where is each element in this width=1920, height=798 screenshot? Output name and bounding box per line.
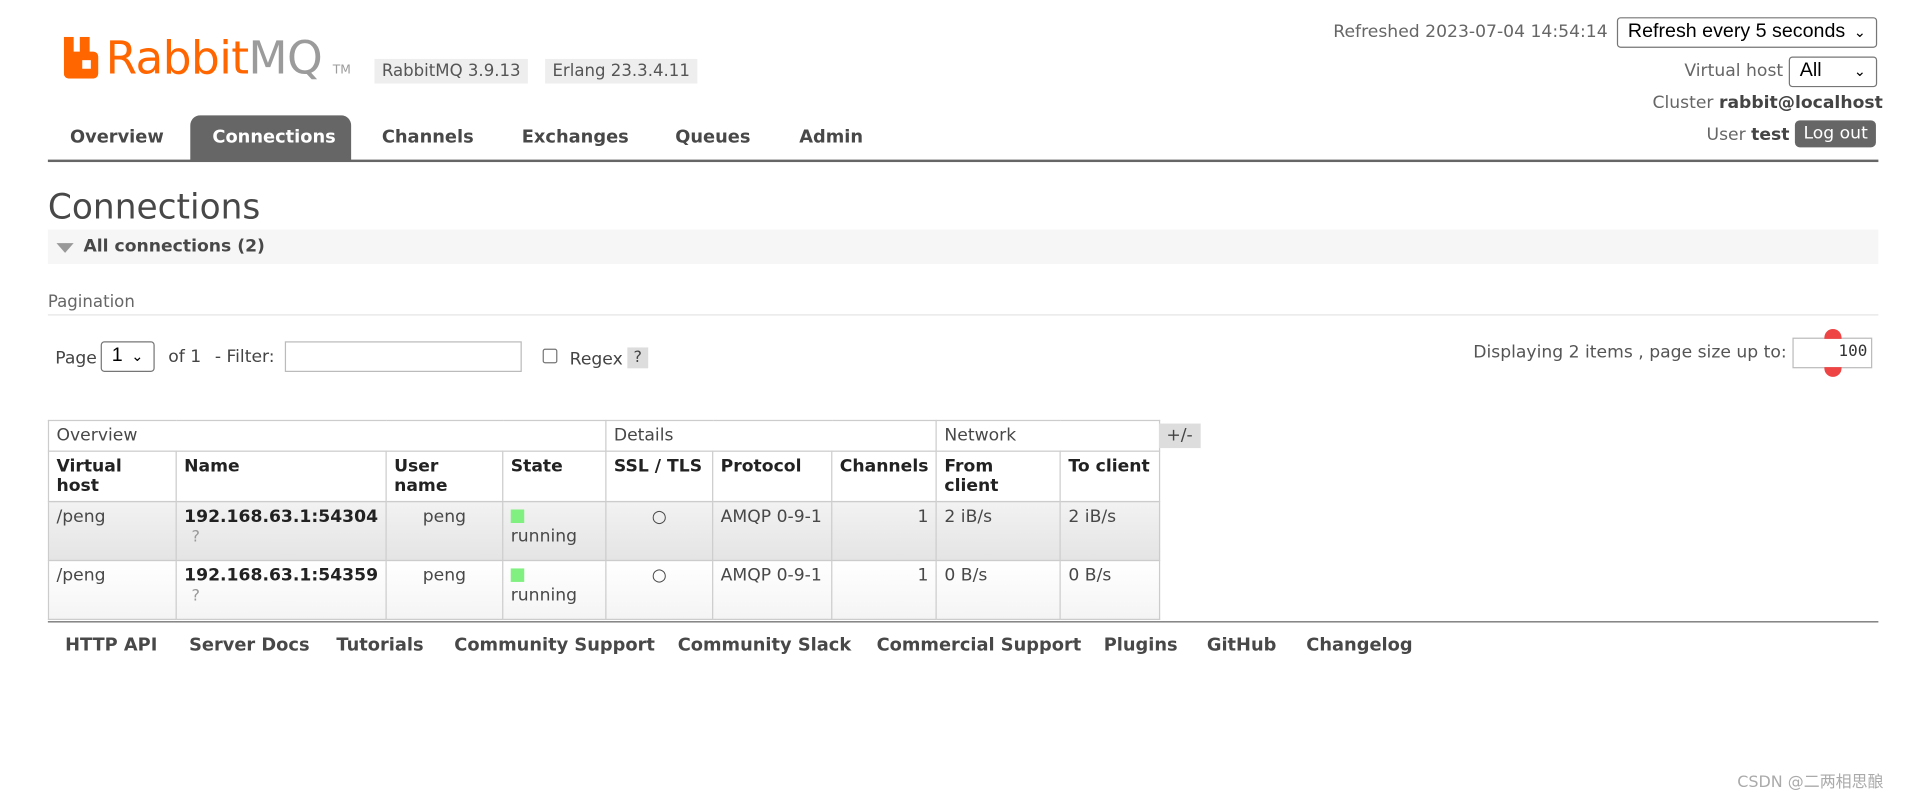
cell-protocol: AMQP 0-9-1 [712, 500, 833, 562]
cell-state: running [502, 500, 607, 562]
table-column-header: Virtual host Name User name State SSL / … [47, 450, 1161, 503]
col-from-client[interactable]: From client [935, 450, 1062, 503]
cell-ssl: ○ [605, 559, 714, 620]
footer-link-community-support[interactable]: Community Support [454, 636, 655, 656]
page-select[interactable]: 1 ⌄ [100, 341, 155, 372]
col-to-client[interactable]: To client [1059, 450, 1161, 503]
section-title: All connections (2) [83, 236, 265, 257]
col-ssl-tls[interactable]: SSL / TLS [605, 450, 714, 503]
all-connections-header[interactable]: All connections (2) [47, 229, 1879, 264]
pagination-label: Pagination [47, 292, 135, 312]
trademark: TM [332, 63, 351, 78]
pagination-divider [47, 314, 1879, 316]
cell-channels: 1 [831, 559, 938, 620]
page-of-label: of 1 [168, 347, 202, 368]
footer-link-github[interactable]: GitHub [1207, 636, 1277, 656]
cell-channels: 1 [831, 500, 938, 562]
rabbitmq-logo: RabbitMQ TM [63, 31, 359, 85]
footer-link-commercial-support[interactable]: Commercial Support [877, 636, 1082, 656]
logout-button[interactable]: Log out [1794, 120, 1877, 148]
cell-ssl: ○ [605, 500, 714, 562]
vhost-label: Virtual host [1684, 61, 1784, 82]
table-row: /peng 192.168.63.1:54359? peng running ○… [47, 559, 1161, 620]
client-properties-help[interactable]: ? [184, 528, 200, 546]
cell-user: peng [385, 500, 504, 562]
cell-vhost: /peng [47, 559, 177, 620]
chevron-down-icon: ⌄ [1853, 62, 1867, 80]
footer-link-http-api[interactable]: HTTP API [65, 636, 157, 656]
rabbit-logo-icon [63, 36, 99, 79]
chevron-down-icon: ⌄ [1853, 23, 1867, 41]
rabbitmq-version: RabbitMQ 3.9.13 [374, 58, 528, 84]
connections-table: Overview Details Network Virtual host Na… [47, 419, 1161, 620]
erlang-version: Erlang 23.3.4.11 [545, 58, 698, 84]
footer-link-tutorials[interactable]: Tutorials [336, 636, 423, 656]
cell-to-client: 0 B/s [1059, 559, 1161, 620]
user-name: test [1751, 125, 1790, 145]
table-group-header: Overview Details Network [47, 419, 1161, 452]
footer-link-plugins[interactable]: Plugins [1104, 636, 1178, 656]
col-name[interactable]: Name [175, 450, 387, 503]
group-details: Details [605, 419, 938, 452]
refreshed-timestamp: Refreshed 2023-07-04 14:54:14 [1333, 22, 1608, 42]
page-title: Connections [47, 186, 261, 228]
running-status-icon [510, 568, 525, 582]
tab-channels[interactable]: Channels [382, 128, 474, 148]
connection-link[interactable]: 192.168.63.1:54359 [184, 566, 378, 586]
filter-input[interactable] [284, 341, 522, 372]
connection-link[interactable]: 192.168.63.1:54304 [184, 507, 378, 527]
col-protocol[interactable]: Protocol [712, 450, 833, 503]
cell-vhost: /peng [47, 500, 177, 562]
refresh-interval-select[interactable]: Refresh every 5 seconds ⌄ [1616, 17, 1878, 48]
regex-label: Regex [569, 349, 623, 370]
cluster-label: Cluster rabbit@localhost [1652, 93, 1883, 113]
tab-queues[interactable]: Queues [675, 128, 750, 148]
tab-underline [47, 159, 1879, 163]
running-status-icon [510, 509, 525, 524]
regex-help-button[interactable]: ? [627, 347, 649, 369]
displaying-items-label: Displaying 2 items , page size up to: [1473, 342, 1787, 363]
toggle-columns-button[interactable]: +/- [1158, 423, 1201, 449]
cell-protocol: AMQP 0-9-1 [712, 559, 833, 620]
vhost-select[interactable]: All ⌄ [1788, 56, 1878, 88]
cluster-name: rabbit@localhost [1718, 93, 1883, 113]
page-label: Page [55, 348, 97, 369]
cell-name: 192.168.63.1:54304? [175, 500, 387, 562]
spinner-up-icon[interactable] [1824, 329, 1842, 339]
group-overview: Overview [47, 419, 607, 452]
chevron-down-icon: ⌄ [131, 347, 144, 365]
cell-from-client: 0 B/s [935, 559, 1062, 620]
tab-admin[interactable]: Admin [799, 128, 863, 148]
cell-name: 192.168.63.1:54359? [175, 559, 387, 620]
footer-link-server-docs[interactable]: Server Docs [189, 636, 309, 656]
page-size-input[interactable]: 100 [1792, 337, 1873, 369]
footer-link-changelog[interactable]: Changelog [1306, 636, 1412, 656]
client-properties-help[interactable]: ? [184, 587, 200, 605]
cell-from-client: 2 iB/s [935, 500, 1062, 562]
regex-checkbox[interactable] [542, 348, 558, 364]
cell-state: running [502, 559, 607, 620]
col-channels[interactable]: Channels [831, 450, 938, 503]
filter-label: - Filter: [214, 347, 275, 368]
tab-overview[interactable]: Overview [70, 128, 164, 148]
tab-exchanges[interactable]: Exchanges [522, 128, 629, 148]
cell-to-client: 2 iB/s [1059, 500, 1161, 562]
col-virtual-host[interactable]: Virtual host [47, 450, 177, 503]
footer-link-community-slack[interactable]: Community Slack [678, 636, 851, 656]
table-row: /peng 192.168.63.1:54304? peng running ○… [47, 500, 1161, 562]
group-network: Network [935, 419, 1161, 452]
col-user-name[interactable]: User name [385, 450, 504, 503]
tab-connections[interactable]: Connections [190, 115, 352, 161]
collapse-triangle-icon [56, 243, 74, 253]
cell-user: peng [385, 559, 504, 620]
spinner-down-icon[interactable] [1824, 367, 1842, 377]
watermark: CSDN @二两相思酿 [1737, 773, 1884, 792]
footer-divider [47, 621, 1879, 623]
logo-wordmark: RabbitMQ [105, 31, 323, 85]
col-state[interactable]: State [502, 450, 607, 503]
user-label: User test [1706, 125, 1790, 145]
